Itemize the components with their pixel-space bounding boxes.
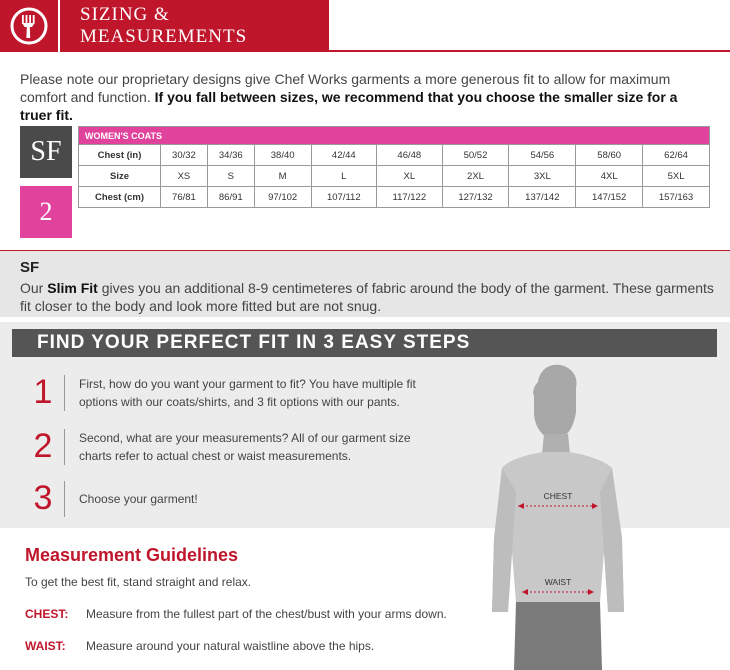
guidelines-intro: To get the best fit, stand straight and …: [25, 575, 252, 589]
figure-neck: [542, 434, 570, 454]
table-cell: 76/81: [160, 186, 208, 208]
guideline-text: Measure around your natural waistline ab…: [86, 639, 375, 653]
step-text: Second, what are your measurements? All …: [79, 430, 411, 463]
guideline-waist: WAIST: Measure around your natural waist…: [25, 639, 374, 653]
table-row: Chest (in) 30/32 34/36 38/40 42/44 46/48…: [78, 144, 710, 166]
table-heading-row: WOMEN'S COATS: [78, 126, 710, 145]
guideline-key: CHEST:: [25, 607, 69, 621]
guideline-key: WAIST:: [25, 639, 66, 653]
step-text: First, how do you want your garment to f…: [79, 376, 416, 409]
table-cell: 50/52: [441, 144, 510, 166]
table-cell: 42/44: [310, 144, 378, 166]
slim-fit-prefix: Our: [20, 280, 44, 296]
header-title-box: SIZING & MEASUREMENTS: [58, 0, 329, 52]
table-row: Chest (cm) 76/81 86/91 97/102 107/112 11…: [78, 186, 710, 208]
step-3: 3 Choose your garment!: [28, 479, 429, 518]
table-cell: XS: [160, 165, 208, 187]
slim-fit-description: Our Slim Fit gives you an additional 8-9…: [20, 279, 720, 315]
table-cell: 34/36: [206, 144, 255, 166]
table-cell: L: [310, 165, 378, 187]
table-cell: 5XL: [642, 165, 710, 187]
step-number: 1: [33, 373, 53, 411]
guidelines-title: Measurement Guidelines: [25, 545, 239, 565]
step-2: 2 Second, what are your measurements? Al…: [28, 427, 429, 466]
guideline-chest: CHEST: Measure from the fullest part of …: [25, 607, 447, 621]
table-cell: 38/40: [253, 144, 312, 166]
size-2-badge: 2: [20, 186, 72, 238]
table-cell: 117/122: [376, 186, 443, 208]
chest-label: CHEST: [544, 491, 573, 501]
table-heading: WOMEN'S COATS: [78, 126, 710, 145]
guideline-text: Measure from the fullest part of the che…: [86, 607, 447, 621]
step-number: 3: [33, 479, 53, 517]
figure-head: [533, 364, 577, 438]
fit-steps-title: FIND YOUR PERFECT FIT IN 3 EASY STEPS: [37, 332, 471, 353]
step-divider: [64, 480, 65, 517]
waist-label: WAIST: [545, 577, 572, 587]
slim-fit-section: SF Our Slim Fit gives you an additional …: [0, 250, 730, 317]
table-cell: 30/32: [160, 144, 208, 166]
table-cell: S: [206, 165, 255, 187]
figure-left-arm: [492, 468, 516, 612]
table-cell: 58/60: [575, 144, 644, 166]
slim-fit-badge: SF: [20, 126, 72, 178]
step-number: 2: [33, 427, 53, 465]
table-cell: 3XL: [508, 165, 577, 187]
intro-paragraph: Please note our proprietary designs give…: [20, 70, 710, 124]
table-cell: XL: [376, 165, 443, 187]
step-divider: [64, 428, 65, 465]
table-cell: 147/152: [575, 186, 644, 208]
table-cell: 137/142: [508, 186, 577, 208]
table-cell: 97/102: [253, 186, 312, 208]
fork-plate-icon: [10, 7, 48, 45]
row-label: Size: [78, 165, 161, 187]
table-cell: 86/91: [206, 186, 255, 208]
row-label: Chest (in): [78, 144, 161, 166]
table-row: Size XS S M L XL 2XL 3XL 4XL 5XL: [78, 165, 710, 187]
body-measurement-figure: CHEST WAIST: [492, 364, 624, 670]
fit-steps-banner: FIND YOUR PERFECT FIT IN 3 EASY STEPS: [12, 329, 717, 357]
table-cell: 4XL: [575, 165, 644, 187]
slim-fit-bold: Slim Fit: [47, 280, 98, 296]
slim-fit-title: SF: [20, 259, 40, 276]
womens-coats-size-table: WOMEN'S COATS Chest (in) 30/32 34/36 38/…: [78, 126, 710, 208]
row-label: Chest (cm): [78, 186, 161, 208]
step-text: Choose your garment!: [79, 491, 198, 506]
slim-fit-text: gives you an additional 8-9 centimeteres…: [20, 280, 714, 314]
table-cell: 62/64: [642, 144, 710, 166]
page-title: SIZING & MEASUREMENTS: [80, 4, 248, 47]
step-divider: [64, 374, 65, 411]
figure-shorts: [514, 602, 602, 670]
table-cell: 157/163: [642, 186, 710, 208]
table-cell: 127/132: [441, 186, 510, 208]
brand-logo: [0, 0, 58, 52]
step-1: 1 First, how do you want your garment to…: [28, 373, 429, 412]
table-cell: 107/112: [310, 186, 378, 208]
table-cell: 46/48: [376, 144, 443, 166]
table-cell: M: [253, 165, 312, 187]
table-cell: 54/56: [508, 144, 577, 166]
table-cell: 2XL: [441, 165, 510, 187]
figure-right-arm: [600, 468, 624, 612]
